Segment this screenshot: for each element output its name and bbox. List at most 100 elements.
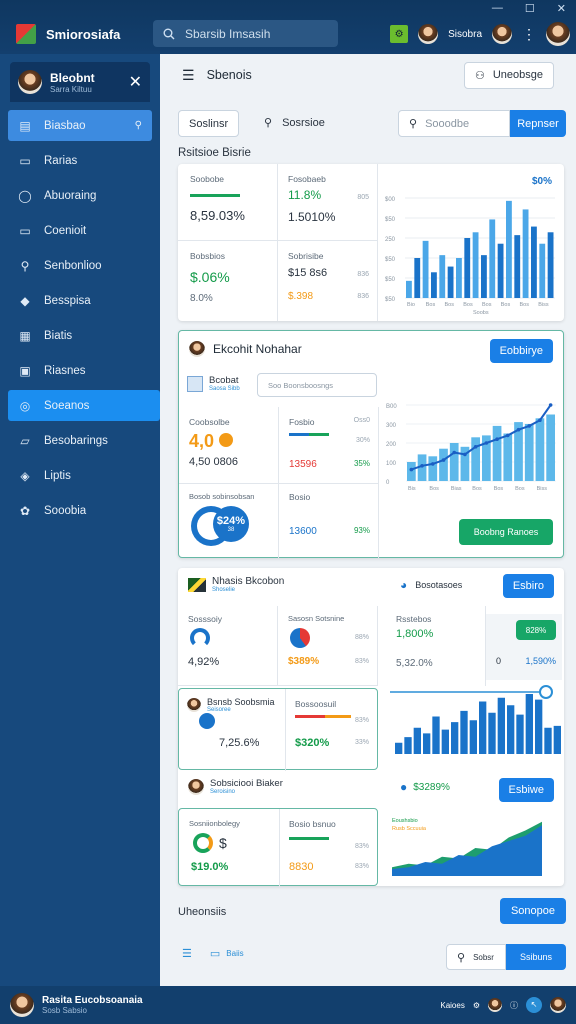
trend-point	[430, 462, 435, 466]
y-tick-label: $50	[385, 217, 396, 223]
close-window-button[interactable]: ✕	[557, 2, 566, 15]
minimize-button[interactable]: —	[492, 2, 503, 15]
sidebar-header: Bleobnt Sarra Kiltuu ✕	[10, 62, 150, 102]
avatar-secondary[interactable]	[492, 24, 512, 44]
info-icon[interactable]: ⓘ	[510, 1000, 518, 1011]
profile-avatar[interactable]	[546, 22, 570, 46]
content-search[interactable]: ⚲ Sooodbe	[398, 110, 510, 137]
card-subtitle: Seroisino	[210, 789, 236, 795]
card-action-button[interactable]: Esbiwe	[498, 778, 554, 802]
donut-value: $24%	[216, 515, 246, 527]
avatar-small-2[interactable]	[550, 997, 566, 1013]
sidebar-item-3[interactable]: ◯ Abuoraing	[8, 180, 152, 211]
menu-icon[interactable]: ☰	[182, 67, 195, 84]
bar	[432, 716, 440, 754]
sidebar-item-11[interactable]: ◈ Liptis	[8, 460, 152, 491]
sub-header: Bcobat Saosa Sibb	[187, 375, 240, 392]
search-icon[interactable]: ⚲	[135, 120, 142, 131]
bar	[492, 425, 502, 481]
sidebar-item-1[interactable]: ▤ Biasbao ⚲	[8, 110, 152, 141]
apps-icon[interactable]: ⚙	[390, 25, 409, 43]
shield-icon: ◈	[20, 468, 30, 483]
bar	[531, 226, 537, 298]
store-icon: ▦	[19, 328, 31, 343]
search-button[interactable]: Repnser	[510, 110, 566, 137]
footer-action-button[interactable]: Sonopoe	[500, 898, 566, 924]
header-button-label: Uneobsge	[492, 69, 543, 81]
bar	[395, 742, 403, 754]
bar	[407, 462, 416, 481]
sub-subtitle: Saosa Sibb	[209, 386, 240, 392]
settings-icon[interactable]: ⚙	[473, 1001, 480, 1010]
x-tick-label: Bis	[408, 486, 416, 492]
sidebar-item-2[interactable]: ▭ Rarias	[8, 145, 152, 176]
stat-label: Rsstebos	[396, 614, 432, 624]
card-pct: ● $3289%	[400, 780, 450, 794]
x-tick-label: Bos	[501, 302, 511, 308]
footer-action-label: Sonopoe	[510, 905, 556, 917]
close-icon[interactable]: ✕	[129, 72, 142, 92]
card-action-button[interactable]: Eobbirye	[489, 339, 553, 363]
sidebar-item-8[interactable]: ▣ Riasnes	[8, 355, 152, 386]
sidebar-item-4[interactable]: ▭ Coenioit	[8, 215, 152, 246]
sidebar-avatar	[18, 70, 42, 94]
cursor-icon[interactable]: ↖	[526, 997, 542, 1013]
avatar[interactable]	[418, 24, 439, 44]
stat-label: Sasosn Sotsnine	[288, 614, 345, 623]
trend-point	[516, 427, 521, 432]
stat-label: Sobrisibe	[288, 251, 324, 261]
footer-button-2[interactable]: Ssibuns	[506, 944, 566, 970]
bar	[535, 699, 543, 754]
search-input[interactable]	[185, 26, 315, 41]
filter-input[interactable]: Soo Boonsboosngs	[257, 373, 377, 397]
more-icon[interactable]: ⋮	[522, 26, 536, 43]
doc-icon: ▭	[209, 948, 221, 960]
sidebar-user-name: Bleobnt	[50, 70, 95, 85]
bar	[489, 219, 496, 298]
bar	[439, 448, 448, 481]
status-label: Kaioes	[440, 1000, 465, 1010]
topbar-user-label[interactable]: Sisobra	[448, 29, 482, 40]
stat-note: 35%	[353, 459, 370, 468]
sidebar-item-9[interactable]: ◎ Soeanos	[8, 390, 160, 421]
message-icon: ▱	[20, 433, 30, 448]
card-header: Bsnsb Soobsmia Seisoree	[187, 697, 275, 713]
footer-link[interactable]: Baiis	[226, 949, 243, 958]
bar	[406, 280, 412, 298]
sidebar-item-label: Biatis	[44, 329, 73, 342]
sidebar-item-10[interactable]: ▱ Besobarings	[8, 425, 152, 456]
header-button[interactable]: ⚇ Uneobsge	[463, 61, 554, 89]
inner-card-4: Bsnsb Soobsmia Seisoree 7,25.6% Bossoosui…	[178, 688, 378, 771]
sidebar-item-6[interactable]: ◆ Besspisa	[8, 285, 152, 316]
footer-button-1-label: Sobsr	[473, 952, 494, 962]
sidebar-item-5[interactable]: ⚲ Senbonlioo	[8, 250, 152, 281]
bar	[460, 710, 468, 754]
sidebar-item-label: Riasnes	[44, 364, 86, 377]
search-icon	[163, 28, 175, 39]
avatar-small[interactable]	[488, 998, 502, 1012]
card-avatar	[188, 778, 204, 795]
card-title: Bsnsb Soobsmia	[207, 697, 275, 707]
sidebar-item-label: Besspisa	[44, 294, 91, 307]
sidebar-item-12[interactable]: ✿ Sooobia	[8, 495, 152, 526]
stat-label: Bosio bsnuo	[289, 819, 336, 829]
sidebar-item-7[interactable]: ▦ Biatis	[8, 320, 152, 351]
stat-note: 83%	[354, 863, 369, 870]
bar	[525, 694, 533, 754]
green-action-button[interactable]: Boobng Ranoes	[459, 519, 553, 545]
filter-label-wrap[interactable]: ⚲ Sosrsioe	[264, 116, 325, 130]
global-search[interactable]	[153, 20, 338, 47]
filter-button[interactable]: Soslinsr	[178, 110, 240, 137]
card-action-button[interactable]: Esbiro	[502, 574, 554, 598]
app-title: Smiorosiafa	[46, 27, 121, 42]
area-label-2: Rusb Sccuuia	[392, 826, 427, 832]
list-icon[interactable]: ☰	[182, 947, 192, 960]
divider	[279, 809, 280, 887]
avatar[interactable]	[10, 993, 34, 1017]
footer-button-1[interactable]: ⚲ Sobsr	[446, 944, 506, 970]
y-tick-label: 100	[386, 461, 397, 467]
search-icon: ⚲	[264, 117, 273, 129]
bar	[449, 443, 459, 481]
stat-value: 7,25.6%	[219, 737, 260, 749]
maximize-button[interactable]: ☐	[525, 2, 535, 15]
